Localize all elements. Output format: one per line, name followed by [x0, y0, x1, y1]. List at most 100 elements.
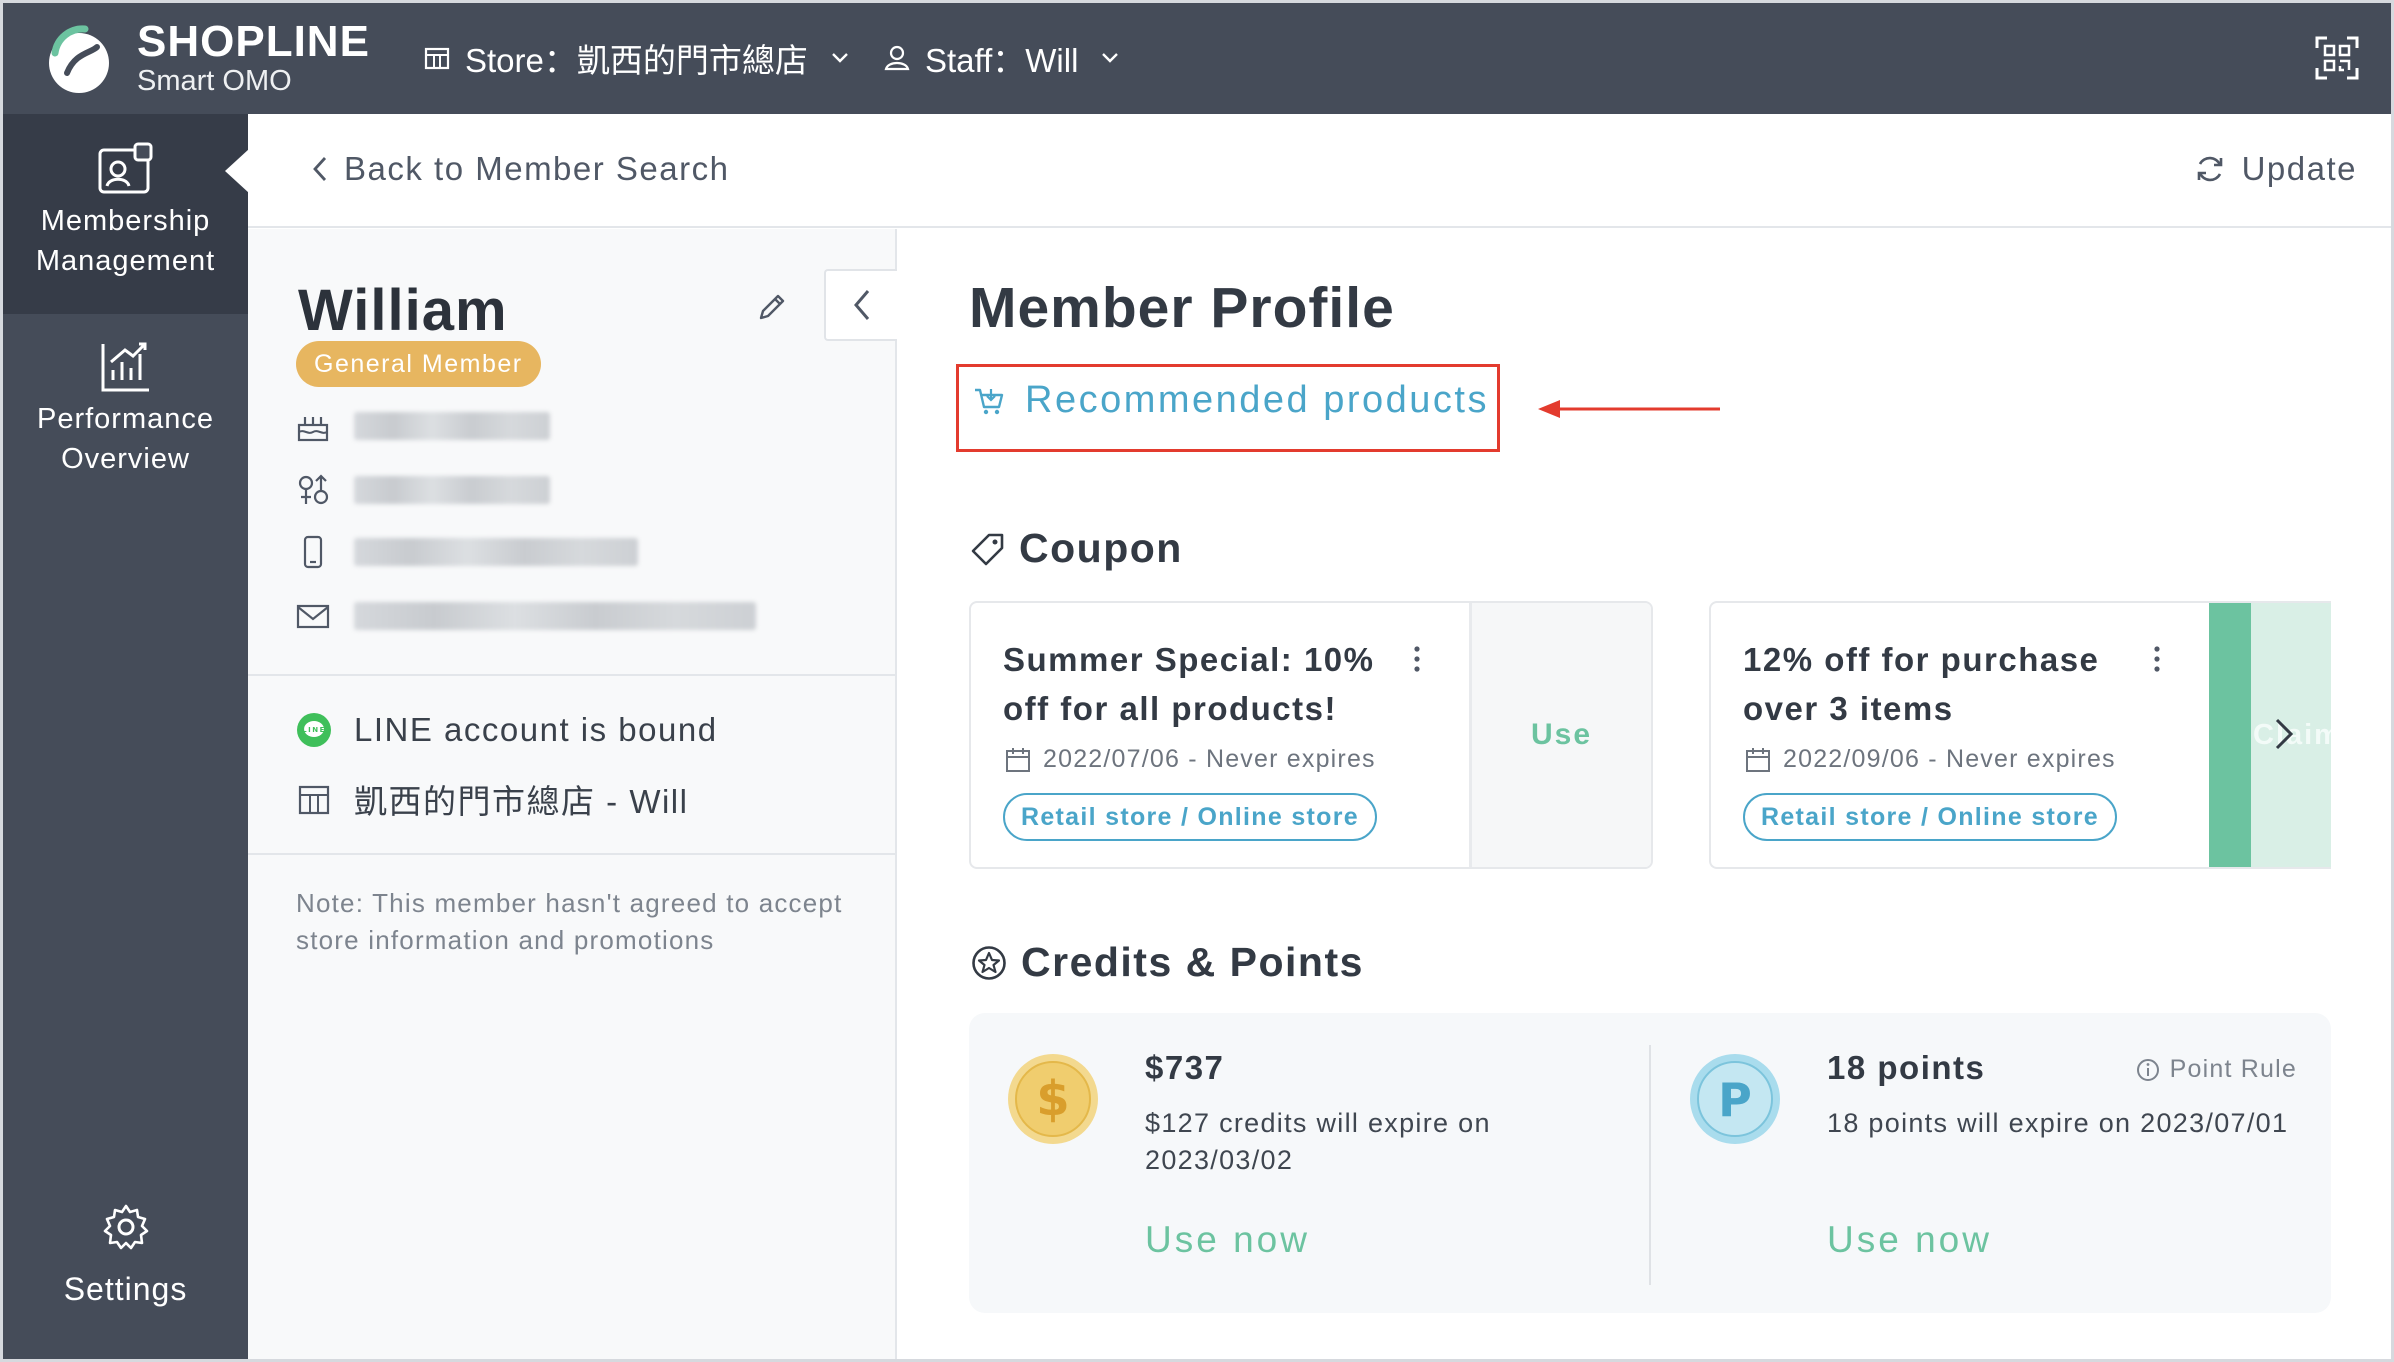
email-row	[296, 599, 756, 633]
coupon-name: Summer Special: 10% off for all products…	[1003, 641, 1375, 727]
store-label: Store：凱西的門市總店	[465, 42, 808, 79]
coupon-name: 12% off for purchase over 3 items	[1743, 641, 2100, 727]
redacted-birthday	[354, 412, 550, 440]
points-amount: 18 points	[1827, 1049, 1986, 1086]
sidebar: Membership Management Performance Overvi…	[3, 114, 248, 1359]
coupon-validity: 2022/07/06 - Never expires	[1005, 745, 1376, 774]
chevron-down-icon	[832, 53, 848, 63]
update-button[interactable]: Update	[2194, 150, 2357, 188]
line-status-row: LINE LINE account is bound	[296, 711, 718, 749]
sidebar-item-performance[interactable]: Performance Overview	[3, 340, 248, 530]
chevron-down-icon	[1102, 53, 1119, 63]
active-indicator	[225, 149, 249, 193]
credits-points-panel: $ $737 $127 credits will expire on 2023/…	[969, 1013, 2331, 1313]
svg-text:$: $	[1036, 1071, 1069, 1127]
tag-icon	[971, 533, 1004, 565]
top-bar: SHOPLINE Smart OMO Store：凱西的門市總店 Staff：W…	[3, 3, 2391, 114]
star-badge-icon	[972, 945, 1006, 980]
chevron-left-icon	[853, 290, 869, 320]
more-vertical-icon[interactable]	[2151, 645, 2163, 673]
credits-expiry: $127 credits will expire on 2023/03/02	[1145, 1108, 1491, 1175]
annotation-arrow	[1538, 400, 1720, 418]
member-card-icon	[98, 142, 152, 194]
sidebar-item-label: Overview	[61, 443, 190, 475]
sidebar-item-label: Management	[35, 245, 216, 277]
redacted-gender	[354, 476, 550, 504]
member-name: William	[298, 278, 508, 343]
back-label: Back to Member Search	[344, 150, 730, 187]
sidebar-item-label: Membership	[40, 205, 211, 237]
coupon-channel-tag: Retail store / Online store	[1003, 793, 1377, 841]
coupon-channel-tag: Retail store / Online store	[1743, 793, 2117, 841]
refresh-icon	[2197, 156, 2222, 182]
sidebar-item-label: Performance	[36, 403, 214, 435]
recommended-products-link[interactable]: Recommended products	[973, 379, 1489, 422]
redacted-email	[354, 602, 756, 630]
edit-pencil-icon[interactable]	[756, 291, 788, 323]
back-to-search-link[interactable]: Back to Member Search	[312, 150, 729, 188]
store-staff-row: 凱西的門市總店 - Will	[296, 775, 688, 823]
coupon-body: Summer Special: 10% off for all products…	[971, 603, 1469, 867]
brand-name: SHOPLINE	[137, 17, 370, 66]
store-selector[interactable]: Store：凱西的門市總店	[423, 33, 850, 83]
member-profile-panel: William General Member LINE LINE account	[248, 229, 897, 1359]
line-app-icon: LINE	[297, 713, 331, 747]
consent-note: Note: This member hasn't agreed to accep…	[296, 888, 843, 955]
coupon-card: Summer Special: 10% off for all products…	[969, 601, 1653, 869]
chevron-right-icon[interactable]	[2273, 717, 2295, 751]
chart-icon	[101, 342, 149, 392]
point-rule-link[interactable]: Point Rule	[2136, 1055, 2297, 1084]
point-rule-label: Point Rule	[2169, 1055, 2297, 1083]
coupon-section-title: Coupon	[971, 525, 1183, 572]
staff-selector[interactable]: Staff：Will	[883, 33, 1120, 83]
divider	[248, 853, 895, 855]
use-points-button[interactable]: Use now	[1827, 1219, 1992, 1261]
more-vertical-icon[interactable]	[1411, 645, 1423, 673]
phone-icon	[303, 535, 323, 569]
user-icon	[884, 45, 910, 71]
credits-amount: $737	[1145, 1049, 1225, 1086]
svg-text:LINE: LINE	[302, 726, 326, 734]
coupon-validity: 2022/09/06 - Never expires	[1745, 745, 2116, 774]
member-tier-badge: General Member	[296, 341, 541, 387]
shopline-logo-icon	[49, 25, 109, 93]
sidebar-item-settings[interactable]: Settings	[3, 1202, 248, 1322]
coupon-title: Coupon	[1019, 525, 1183, 571]
credits-title: Credits & Points	[1021, 939, 1364, 985]
coupon-card: 12% off for purchase over 3 items 2022/0…	[1709, 601, 2331, 869]
brand-subtitle: Smart OMO	[137, 65, 292, 97]
calendar-icon	[1746, 747, 1770, 772]
divider	[248, 674, 895, 676]
qr-scan-icon[interactable]	[2315, 36, 2359, 80]
gender-row	[296, 473, 550, 507]
mail-icon	[296, 604, 330, 629]
store-staff-label: 凱西的門市總店 - Will	[354, 783, 689, 820]
info-icon	[2136, 1058, 2159, 1081]
collapse-panel-button[interactable]	[824, 269, 897, 341]
points-column: P 18 points Point Rule 18 points will ex…	[1651, 1013, 2331, 1313]
sidebar-item-membership[interactable]: Membership Management	[3, 114, 248, 314]
app-window: SHOPLINE Smart OMO Store：凱西的門市總店 Staff：W…	[0, 0, 2394, 1362]
use-credits-button[interactable]: Use now	[1145, 1219, 1310, 1261]
page-title: Member Profile	[969, 276, 1395, 340]
calendar-icon	[1006, 747, 1030, 772]
content-header: Back to Member Search Update	[248, 114, 2391, 228]
credits-section-title: Credits & Points	[971, 939, 1364, 986]
coupon-date: 2022/07/06 - Never expires	[1043, 745, 1376, 773]
points-expiry: 18 points will expire on 2023/07/01	[1827, 1108, 2289, 1138]
recommended-products-label: Recommended products	[1025, 379, 1489, 421]
staff-label: Staff：Will	[925, 42, 1079, 79]
sidebar-item-label: Settings	[63, 1271, 188, 1307]
chevron-left-icon	[313, 157, 327, 181]
line-status-label: LINE account is bound	[354, 711, 718, 748]
store-icon	[424, 47, 450, 70]
redacted-phone	[354, 538, 638, 566]
svg-text:P: P	[1718, 1073, 1752, 1127]
dollar-coin-icon: $	[1008, 1054, 1098, 1144]
gear-icon	[103, 1204, 148, 1250]
points-coin-icon: P	[1690, 1054, 1780, 1144]
phone-row	[296, 535, 638, 569]
update-label: Update	[2241, 150, 2357, 187]
credits-column: $ $737 $127 credits will expire on 2023/…	[969, 1013, 1649, 1313]
use-coupon-button[interactable]: Use	[1469, 603, 1651, 867]
